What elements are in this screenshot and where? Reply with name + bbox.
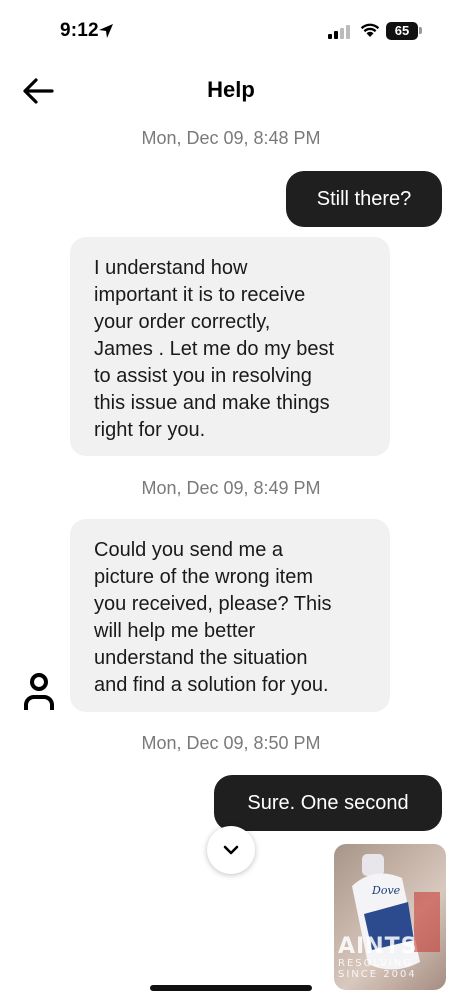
- person-icon: [24, 673, 54, 710]
- signal-icon: [328, 25, 350, 39]
- message-line: I understand how: [94, 257, 248, 279]
- message-line: your order correctly,: [94, 311, 271, 333]
- watermark-line: RESOLVING: [338, 958, 413, 969]
- scroll-down-button[interactable]: [207, 826, 255, 874]
- message-text: Still there?: [316, 187, 412, 210]
- chevron-down-icon: [223, 845, 239, 855]
- product-label: Dove: [371, 884, 401, 897]
- message-line: understand the situation: [94, 647, 308, 669]
- watermark: AINTS RESOLVING SINCE 2004: [338, 934, 418, 981]
- message-line: you received, please? This: [94, 593, 332, 615]
- message-line: this issue and make things: [94, 392, 330, 414]
- message-line: James . Let me do my best: [94, 338, 335, 360]
- outgoing-message[interactable]: Still there?: [286, 171, 442, 227]
- incoming-message[interactable]: I understand how important it is to rece…: [70, 237, 390, 456]
- message-line: will help me better: [94, 620, 256, 642]
- outgoing-message[interactable]: Sure. One second: [214, 775, 442, 831]
- message-line: picture of the wrong item: [94, 566, 313, 588]
- watermark-line: SINCE 2004: [338, 969, 417, 980]
- message-line: to assist you in resolving: [94, 365, 312, 387]
- message-timestamp: Mon, Dec 09, 8:49 PM: [141, 478, 321, 498]
- message-text: Sure. One second: [247, 791, 409, 814]
- home-indicator[interactable]: [150, 985, 312, 991]
- image-attachment[interactable]: Dove AINTS RESOLVING SINCE 2004: [334, 844, 446, 990]
- incoming-message[interactable]: Could you send me a picture of the wrong…: [70, 519, 390, 712]
- watermark-title: AINTS: [338, 934, 418, 959]
- message-timestamp: Mon, Dec 09, 8:50 PM: [141, 733, 321, 753]
- message-line: and find a solution for you.: [94, 674, 329, 696]
- message-line: important it is to receive: [94, 284, 306, 306]
- message-timestamp: Mon, Dec 09, 8:48 PM: [141, 128, 321, 148]
- battery-indicator: 65: [386, 22, 418, 40]
- battery-tip: [419, 27, 422, 34]
- message-line: Could you send me a: [94, 539, 284, 561]
- message-line: right for you.: [94, 419, 206, 441]
- wifi-icon: [360, 23, 380, 37]
- status-bar: 9:12 65: [0, 0, 462, 64]
- page-title: Help: [207, 77, 255, 102]
- location-arrow-icon: [99, 24, 113, 38]
- status-time: 9:12: [60, 20, 99, 41]
